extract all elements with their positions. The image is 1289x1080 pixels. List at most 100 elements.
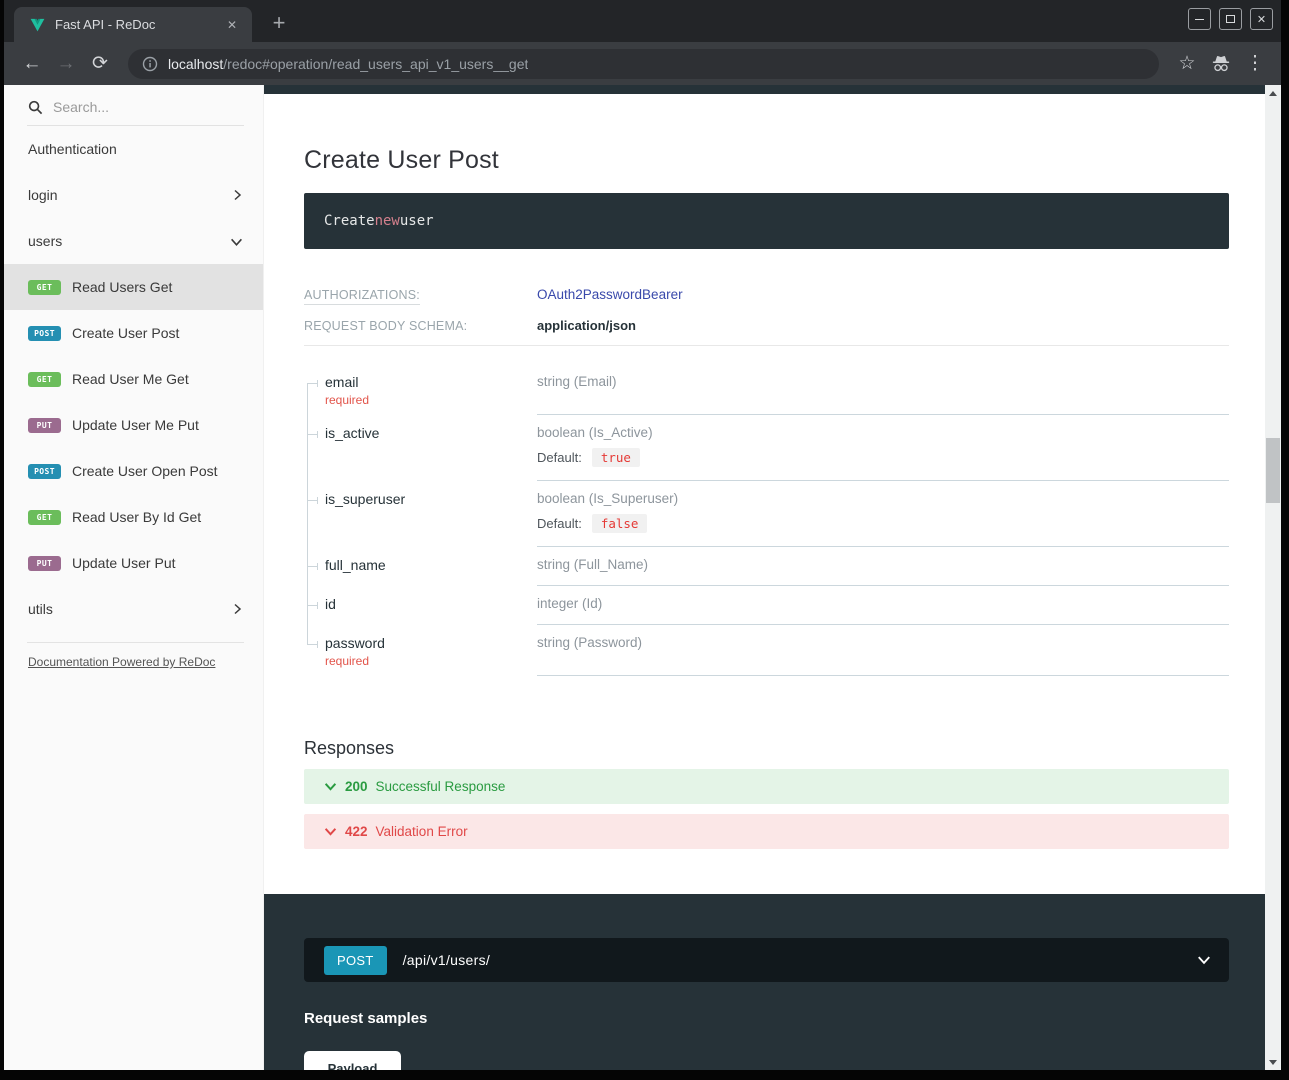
tab-strip: Fast API - ReDoc ✕ + ✕ [4,0,1281,42]
browser-toolbar: ← → ⟳ localhost/redoc#operation/read_use… [4,42,1281,85]
oauth2-link[interactable]: OAuth2PasswordBearer [537,287,683,302]
sidebar-item-read-user-by-id-get[interactable]: GET Read User By Id Get [4,494,263,540]
field-row-id: id integer (Id) [304,586,1229,625]
field-row-is-superuser: is_superuser boolean (Is_Superuser) Defa… [304,481,1229,547]
http-method-badge: GET [28,510,61,525]
maximize-icon [1226,15,1235,23]
bookmark-star-icon[interactable]: ☆ [1173,50,1201,78]
code-text: user [400,213,434,229]
sidebar-item-authentication[interactable]: Authentication [4,126,263,172]
field-name[interactable]: email [325,374,527,390]
authorizations-label: AUTHORIZATIONS: [304,288,537,302]
maximize-button[interactable] [1219,8,1242,30]
request-samples-panel: POST /api/v1/users/ Request samples Payl… [264,894,1265,1070]
sidebar-item-update-user-put[interactable]: PUT Update User Put [4,540,263,586]
minimize-button[interactable] [1188,8,1211,30]
response-label: Validation Error [376,824,468,839]
sidebar-item-label: Create User Open Post [72,463,218,479]
browser-tab[interactable]: Fast API - ReDoc ✕ [14,7,252,42]
sidebar-item-label: Read User By Id Get [72,509,201,525]
sidebar-item-create-user-open-post[interactable]: POST Create User Open Post [4,448,263,494]
field-name[interactable]: is_superuser [325,491,527,507]
menu-kebab-icon[interactable]: ⋮ [1241,50,1269,78]
authorizations-row: AUTHORIZATIONS: OAuth2PasswordBearer [304,287,1229,302]
sidebar-item-update-user-me-put[interactable]: PUT Update User Me Put [4,402,263,448]
field-row-full-name: full_name string (Full_Name) [304,547,1229,586]
response-422[interactable]: 422 Validation Error [304,814,1229,849]
incognito-icon [1207,50,1235,78]
redoc-footer-link[interactable]: Documentation Powered by ReDoc [4,643,263,681]
forward-icon[interactable]: → [52,50,80,78]
page-body: Authentication login users GET Read User… [4,85,1281,1070]
sidebar-item-label: Update User Me Put [72,417,199,433]
chevron-right-icon [231,603,243,615]
request-body-schema-label: REQUEST BODY SCHEMA: [304,319,537,333]
sidebar-item-read-user-me-get[interactable]: GET Read User Me Get [4,356,263,402]
back-icon[interactable]: ← [18,50,46,78]
sidebar-item-label: Read User Me Get [72,371,189,387]
field-type: string (Password) [537,635,1229,650]
response-code: 422 [345,824,368,839]
field-type: string (Email) [537,374,1229,389]
info-icon[interactable] [142,56,158,72]
sidebar-item-create-user-post[interactable]: POST Create User Post [4,310,263,356]
field-type: string (Full_Name) [537,557,1229,572]
sidebar-item-label: utils [28,601,53,617]
reload-icon[interactable]: ⟳ [86,50,114,78]
scroll-up-arrow[interactable] [1265,85,1281,101]
field-type: boolean (Is_Active) [537,425,1229,440]
sidebar-item-login[interactable]: login [4,172,263,218]
site-favicon [30,17,45,32]
address-bar[interactable]: localhost/redoc#operation/read_users_api… [128,49,1159,79]
previous-panel-edge [264,85,1265,94]
scroll-down-arrow[interactable] [1265,1054,1281,1070]
search-box[interactable] [27,91,244,126]
request-samples-heading: Request samples [304,1010,1265,1027]
search-input[interactable] [53,99,213,115]
endpoint-dropdown[interactable]: POST /api/v1/users/ [304,938,1229,982]
default-value: true [592,448,640,467]
page-title: Create User Post [304,146,1229,175]
field-name[interactable]: id [325,596,527,612]
close-button[interactable]: ✕ [1250,8,1273,30]
chevron-down-icon [324,825,337,838]
http-method-badge: PUT [28,418,61,433]
sidebar-item-label: login [28,187,58,203]
tab-close-icon[interactable]: ✕ [222,15,242,35]
sidebar-item-utils[interactable]: utils [4,586,263,632]
field-name[interactable]: password [325,635,527,651]
http-method-badge: POST [28,326,61,341]
page-scrollbar[interactable] [1265,85,1281,1070]
sidebar-item-label: Create User Post [72,325,179,341]
sidebar-item-read-users-get[interactable]: GET Read Users Get [4,264,263,310]
payload-tab[interactable]: Payload [304,1051,401,1070]
browser-window: Fast API - ReDoc ✕ + ✕ ← → ⟳ localhost/r… [4,0,1281,1070]
field-row-password: password required string (Password) [304,625,1229,676]
http-method-badge: PUT [28,556,61,571]
sidebar-item-label: Update User Put [72,555,176,571]
window-controls: ✕ [1188,8,1273,30]
scrollbar-thumb[interactable] [1266,438,1280,503]
field-name[interactable]: is_active [325,425,527,441]
sidebar-item-label: Authentication [28,141,117,157]
code-text: Create [324,213,375,229]
field-name[interactable]: full_name [325,557,527,573]
url-text: localhost/redoc#operation/read_users_api… [168,56,528,72]
responses-heading: Responses [304,738,1229,759]
request-body-schema-row: REQUEST BODY SCHEMA: application/json [304,318,1229,346]
required-flag: required [325,654,527,668]
field-row-email: email required string (Email) [304,364,1229,415]
chevron-down-icon [1197,953,1211,967]
response-label: Successful Response [376,779,506,794]
new-tab-button[interactable]: + [266,10,292,36]
operation-description-code: Create new user [304,193,1229,249]
field-type: boolean (Is_Superuser) [537,491,1229,506]
sidebar-item-users[interactable]: users [4,218,263,264]
search-icon [28,100,43,115]
response-code: 200 [345,779,368,794]
content-type-value: application/json [537,318,636,333]
response-200[interactable]: 200 Successful Response [304,769,1229,804]
http-method-badge: GET [28,372,61,387]
default-label: Default: [537,516,582,531]
required-flag: required [325,393,527,407]
